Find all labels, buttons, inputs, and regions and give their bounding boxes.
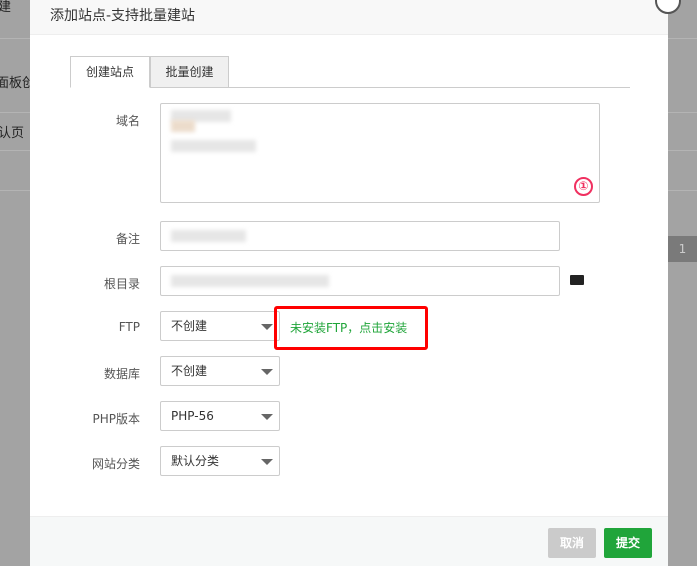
tab-batch-create[interactable]: 批量创建 [150, 56, 229, 88]
php-version-select[interactable]: PHP-56 [160, 401, 280, 431]
database-select-value: 不创建 [171, 364, 208, 378]
remark-input[interactable] [160, 221, 560, 251]
redacted-text [171, 120, 195, 132]
dialog-title: 添加站点-支持批量建站 [30, 0, 668, 35]
database-label: 数据库 [103, 367, 140, 381]
domain-label: 域名 [115, 114, 140, 128]
caret-down-icon [261, 324, 273, 330]
redacted-text [171, 140, 256, 152]
caret-down-icon [261, 369, 273, 375]
php-version-value: PHP-56 [171, 409, 214, 423]
tab-bar: 创建站点 批量创建 [70, 56, 630, 88]
category-select[interactable]: 默认分类 [160, 446, 280, 476]
submit-button[interactable]: 提交 [604, 528, 652, 558]
pagination-page[interactable]: 1 [668, 236, 697, 262]
add-site-dialog: 添加站点-支持批量建站 创建站点 批量创建 域名 ① 备注 根目录 FTP 不创… [30, 0, 681, 566]
domain-textarea[interactable] [160, 103, 600, 203]
root-dir-input[interactable] [160, 266, 560, 296]
bg-text: 建 [0, 0, 12, 15]
database-select[interactable]: 不创建 [160, 356, 280, 386]
remark-label: 备注 [115, 232, 140, 246]
ftp-select-value: 不创建 [171, 319, 208, 333]
caret-down-icon [261, 459, 273, 465]
install-ftp-link[interactable]: 未安装FTP，点击安装 [290, 319, 407, 336]
redacted-text [171, 230, 246, 242]
folder-open-icon[interactable] [570, 275, 584, 285]
ftp-select[interactable]: 不创建 [160, 311, 280, 341]
category-value: 默认分类 [171, 454, 220, 468]
root-dir-label: 根目录 [103, 277, 140, 291]
ftp-label: FTP [118, 320, 140, 334]
cancel-button[interactable]: 取消 [548, 528, 596, 558]
caret-down-icon [261, 414, 273, 420]
redacted-text [171, 275, 329, 287]
category-label: 网站分类 [91, 457, 140, 471]
dialog-footer: 取消 提交 [30, 516, 668, 566]
php-version-label: PHP版本 [92, 412, 141, 426]
bg-text: 认页 [0, 126, 25, 141]
annotation-marker: ① [574, 177, 593, 196]
tab-create-site[interactable]: 创建站点 [70, 56, 150, 88]
